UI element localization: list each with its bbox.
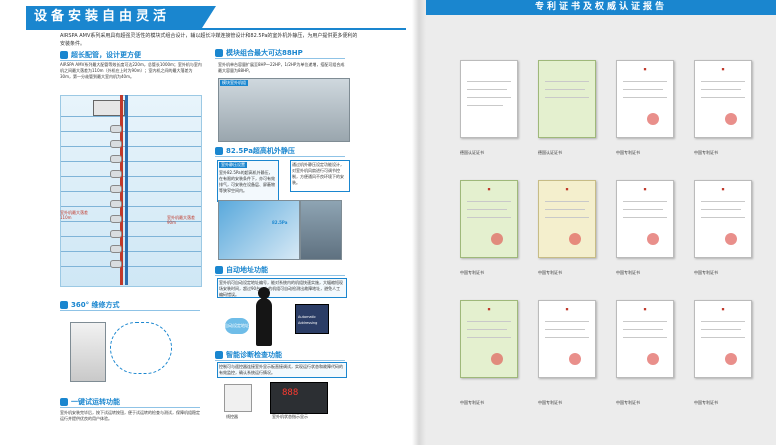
certificate-image: ■: [460, 180, 518, 258]
certificate-caption: 中国专利证书: [694, 270, 718, 275]
drop-label-right: 室外机最大落差90m: [167, 215, 195, 225]
certificate-caption: 中国专利证书: [616, 400, 640, 405]
section-divider: [215, 58, 345, 59]
section-divider: [215, 360, 345, 361]
section-badge-icon: [215, 351, 223, 359]
certificate-image: ■: [460, 300, 518, 378]
wired-remote-icon: [224, 384, 252, 412]
section-divider: [215, 156, 345, 157]
indoor-unit-icon: [110, 245, 122, 253]
auto-address-text: 室外机可自动设定地址编号，能对系统内的机组快速实施，大幅缩短现场安装时间，超过9…: [219, 280, 343, 297]
certificate-image: ■: [538, 180, 596, 258]
section-badge-icon: [60, 398, 68, 406]
indoor-unit-icon: [110, 200, 122, 208]
certificate-caption: 中国专利证书: [616, 270, 640, 275]
intro-text: AIRSPA AMV系列采用具有超强灵活性的模块式组合设计，辅以超长冷媒连接管设…: [60, 33, 358, 47]
certificate-image: ■: [616, 60, 674, 138]
remote-caption: 线控器: [226, 414, 238, 419]
certificate-image: ■: [538, 300, 596, 378]
section-static-pressure-title: 82.5Pa超高机外静压: [215, 146, 295, 156]
page-gutter: [412, 0, 426, 445]
static-pressure-text-left: 室外82.5Pa的超高机外静压，在有限的安装条件下，亦可有效排气，可安装在设备层…: [219, 170, 275, 193]
module-photo-tag: 模块室外机组: [220, 80, 248, 86]
section-long-piping-label: 超长配管，设计更方便: [71, 51, 141, 59]
certificate-image: [460, 60, 518, 138]
section-360-maintenance-title: 360° 维修方式: [60, 300, 120, 310]
certificate-caption: 中国专利证书: [538, 270, 562, 275]
auto-address-bubble: 自动设定地址: [225, 318, 249, 334]
title-divider: [26, 28, 406, 30]
indoor-unit-icon: [110, 140, 122, 148]
indoor-unit-icon: [110, 170, 122, 178]
section-badge-icon: [215, 266, 223, 274]
section-module-text: 室外机单台容量扩展至8HP～22HP，1/2HP为单位递增，搭配可组合成最大容量…: [218, 62, 345, 73]
panel-caption: 室外机状态指示显示: [272, 414, 308, 419]
certificate-image: ■: [694, 60, 752, 138]
section-long-piping-title: 超长配管，设计更方便: [60, 50, 141, 60]
section-static-pressure-label: 82.5Pa超高机外静压: [226, 147, 295, 155]
section-badge-icon: [60, 51, 68, 59]
section-test-run-text: 室外机安装完毕后，按下试运转按钮，便于试运转的检查与测试，保障机组稳定运行并提供…: [60, 410, 200, 421]
indoor-unit-icon: [110, 215, 122, 223]
section-auto-address-title: 自动地址功能: [215, 265, 268, 275]
section-module-label: 模块组合最大可达88HP: [226, 49, 303, 57]
duct-illustration: [218, 200, 300, 260]
static-pressure-tag: 室外静压设置: [219, 162, 247, 168]
drop-label-left: 室外机最大落差110m: [60, 210, 88, 220]
indoor-unit-icon: [110, 185, 122, 193]
status-display: 888: [282, 388, 299, 398]
building-diagram: [60, 95, 202, 287]
certificate-caption: 德国认证证书: [460, 150, 484, 155]
certificate-caption: 中国专利证书: [694, 400, 718, 405]
refrigerant-pipe-icon: [125, 95, 128, 285]
certificate-caption: 中国专利证书: [460, 270, 484, 275]
address-device-label: Automatic Addressing: [298, 315, 318, 325]
certificate-image: ■: [694, 180, 752, 258]
indoor-unit-icon: [110, 230, 122, 238]
page-title: 设备安装自由灵活: [26, 6, 216, 28]
section-auto-address-label: 自动地址功能: [226, 266, 268, 274]
module-units-photo: [218, 78, 350, 142]
section-module-title: 模块组合最大可达88HP: [215, 48, 303, 58]
section-test-run-label: 一键试运转功能: [71, 398, 120, 406]
certificate-image: [538, 60, 596, 138]
section-badge-icon: [60, 301, 68, 309]
indoor-unit-icon: [110, 155, 122, 163]
outdoor-unit-photo: [300, 200, 342, 260]
section-badge-icon: [215, 49, 223, 57]
section-divider: [215, 275, 345, 276]
right-page: 专利证书及权威认证报告 ■ ■ 德国认证证书 德国认证证书 中国专利证书 中国专…: [426, 0, 776, 445]
certificate-caption: 中国专利证书: [538, 400, 562, 405]
certificate-image: ■: [616, 300, 674, 378]
section-divider: [60, 60, 200, 61]
maintenance-unit-photo: [70, 322, 106, 382]
indoor-unit-icon: [110, 260, 122, 268]
section-divider: [60, 310, 200, 311]
section-test-run-title: 一键试运转功能: [60, 397, 120, 407]
pressure-value-label: 82.5Pa: [272, 220, 288, 225]
section-diagnosis-label: 智能诊断检查功能: [226, 351, 282, 359]
rotation-arc-icon: [110, 322, 172, 374]
section-long-piping-text: AIRSPA AMV系列最大配管等效长度可达220m，总管长1000m；室外机与…: [60, 62, 202, 79]
status-panel: [270, 382, 328, 414]
section-divider: [60, 407, 200, 408]
section-360-maintenance-label: 360° 维修方式: [71, 301, 120, 309]
person-icon: [256, 298, 272, 346]
certificate-image: ■: [616, 180, 674, 258]
certificate-caption: 中国专利证书: [616, 150, 640, 155]
certificate-caption: 中国专利证书: [460, 400, 484, 405]
indoor-unit-icon: [110, 125, 122, 133]
certificate-image: ■: [694, 300, 752, 378]
section-badge-icon: [215, 147, 223, 155]
diagnosis-text: 控制可与遥控器连接室外显示板直接调试，实现运行状态和故障代码的有效监控，确认系统…: [219, 364, 343, 375]
certificate-caption: 德国认证证书: [538, 150, 562, 155]
left-page: 设备安装自由灵活 AIRSPA AMV系列采用具有超强灵活性的模块式组合设计，辅…: [0, 0, 412, 445]
section-diagnosis-title: 智能诊断检查功能: [215, 350, 282, 360]
certificates-title: 专利证书及权威认证报告: [426, 0, 776, 15]
certificate-caption: 中国专利证书: [694, 150, 718, 155]
static-pressure-text-right: 通过机外静压设定功能设计，对室外机风扇进行可调节控制，方便通风不良环境下的安装。: [292, 162, 344, 185]
